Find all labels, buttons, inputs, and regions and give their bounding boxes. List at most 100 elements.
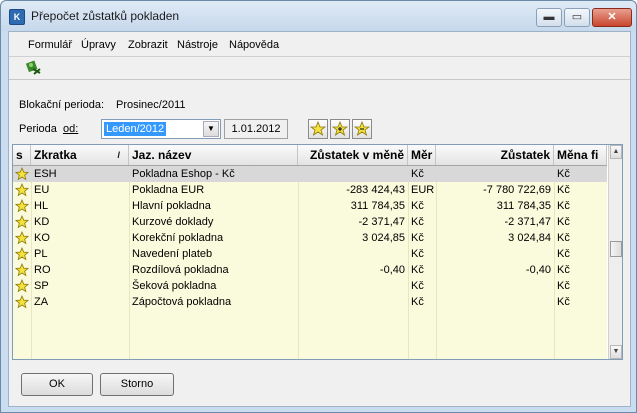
star-icon[interactable]	[15, 279, 29, 293]
cell-code: HL	[34, 200, 49, 212]
window-title: Přepočet zůstatků pokladen	[31, 9, 180, 23]
menu-napoveda[interactable]: Nápověda	[229, 39, 279, 51]
cell-name: Šeková pokladna	[132, 280, 217, 292]
star-icon[interactable]	[15, 231, 29, 245]
cell-bal-cur	[298, 246, 408, 262]
cell-fcur: Kč	[557, 200, 570, 212]
col-header-firm-currency[interactable]: Měna fi	[554, 145, 607, 165]
chevron-down-icon[interactable]: ▼	[203, 121, 219, 137]
cell-bal: -7 780 722,69	[483, 184, 551, 196]
menu-formular[interactable]: Formulář	[28, 39, 72, 51]
cell-code: PL	[34, 248, 48, 260]
menu-zobrazit[interactable]: Zobrazit	[128, 39, 168, 51]
cell-bal-cur: -2 371,47	[358, 216, 405, 228]
menu-bar: Formulář Úpravy Zobrazit Nástroje Nápově…	[9, 32, 630, 57]
star-icon[interactable]	[15, 183, 29, 197]
table-row[interactable]: EU Pokladna EUR -283 424,43 EUR -7 780 722,6…	[13, 182, 607, 198]
cell-name: Rozdílová pokladna	[132, 264, 229, 276]
cell-code: KO	[34, 232, 50, 244]
star-icon[interactable]	[15, 295, 29, 309]
col-header-currency[interactable]: Měr	[408, 145, 436, 165]
ok-button[interactable]: OK	[21, 373, 93, 396]
cell-fcur: Kč	[557, 296, 570, 308]
cell-name: Pokladna EUR	[132, 184, 205, 196]
cell-code: SP	[34, 280, 49, 292]
cell-cur: Kč	[411, 232, 424, 244]
cash-desk-table[interactable]: s Zkratka / Jaz. název Zůstatek v měně Mě…	[12, 144, 623, 360]
cell-code: KD	[34, 216, 50, 228]
period-label: Perioda	[19, 123, 57, 135]
star-minus-icon	[353, 120, 371, 136]
block-period-value: Prosinec/2011	[116, 99, 186, 111]
cell-cur: Kč	[411, 264, 424, 276]
cell-bal	[436, 246, 554, 262]
col-header-balance[interactable]: Zůstatek	[436, 145, 554, 165]
col-header-code[interactable]: Zkratka /	[31, 145, 129, 165]
maximize-button[interactable]: ▭	[564, 8, 590, 27]
cell-fcur: Kč	[557, 184, 570, 196]
cell-bal-cur	[298, 278, 408, 294]
period-select[interactable]: Leden/2012 ▼	[101, 119, 221, 139]
table-row[interactable]: RO Rozdílová pokladna -0,40 Kč -0,40 Kč	[13, 262, 607, 278]
cell-code: EU	[34, 184, 50, 196]
star-remove-button[interactable]	[352, 119, 372, 139]
col-header-balance-currency[interactable]: Zůstatek v měně	[298, 145, 408, 165]
table-body: ESH Pokladna Eshop - Kč Kč Kč EU Pokladna EUR…	[13, 166, 607, 359]
cell-cur: Kč	[411, 280, 424, 292]
star-icon[interactable]	[15, 263, 29, 277]
table-row[interactable]: ZA Zápočtová pokladna Kč Kč	[13, 294, 607, 310]
table-row[interactable]: HL Hlavní pokladna 311 784,35 Kč 311 784,35 K…	[13, 198, 607, 214]
minimize-button[interactable]: ▬	[536, 8, 562, 27]
col-header-name[interactable]: Jaz. název	[129, 145, 298, 165]
cell-fcur: Kč	[557, 248, 570, 260]
vertical-scrollbar[interactable]: ▲ ▼	[608, 145, 622, 359]
star-button[interactable]	[308, 119, 328, 139]
menu-upravy[interactable]: Úpravy	[81, 39, 116, 51]
table-row[interactable]: KO Korekční pokladna 3 024,85 Kč 3 024,84 Kč	[13, 230, 607, 246]
star-icon[interactable]	[15, 167, 29, 181]
table-row[interactable]: ESH Pokladna Eshop - Kč Kč Kč	[13, 166, 607, 182]
scroll-down-icon[interactable]: ▼	[610, 345, 622, 359]
cell-name: Korekční pokladna	[132, 232, 224, 244]
star-icon[interactable]	[15, 215, 29, 229]
cell-name: Hlavní pokladna	[132, 200, 211, 212]
cell-bal: 311 784,35	[496, 200, 551, 212]
scroll-thumb[interactable]	[610, 241, 622, 257]
cell-fcur: Kč	[557, 280, 570, 292]
cell-bal	[436, 166, 554, 182]
menu-nastroje[interactable]: Nástroje	[177, 39, 218, 51]
cell-code: RO	[34, 264, 51, 276]
title-bar[interactable]: K Přepočet zůstatků pokladen ▬ ▭ ✕	[1, 1, 636, 31]
recalculate-icon[interactable]	[26, 60, 42, 76]
cell-bal-cur	[298, 166, 408, 182]
cell-bal-cur: -283 424,43	[346, 184, 405, 196]
cell-cur: EUR	[411, 184, 435, 196]
cell-name: Navedení plateb	[132, 248, 213, 260]
col-header-s[interactable]: s	[13, 145, 31, 165]
close-button[interactable]: ✕	[592, 8, 632, 27]
block-period-label: Blokační perioda:	[19, 99, 104, 111]
table-row[interactable]: PL Navedení plateb Kč Kč	[13, 246, 607, 262]
cell-name: Zápočtová pokladna	[132, 296, 232, 308]
cell-name: Pokladna Eshop - Kč	[132, 168, 235, 180]
table-row[interactable]: SP Šeková pokladna Kč Kč	[13, 278, 607, 294]
star-add-button[interactable]	[330, 119, 350, 139]
star-plus-icon	[331, 120, 349, 136]
cancel-button[interactable]: Storno	[100, 373, 174, 396]
cell-code: ZA	[34, 296, 49, 308]
cell-bal	[436, 278, 554, 294]
app-icon: K	[9, 9, 25, 25]
star-icon[interactable]	[15, 199, 29, 213]
sort-icon: /	[117, 150, 120, 160]
table-row[interactable]: KD Kurzové doklady -2 371,47 Kč -2 371,47 Kč	[13, 214, 607, 230]
scroll-up-icon[interactable]: ▲	[610, 145, 622, 159]
cell-fcur: Kč	[557, 232, 570, 244]
cell-fcur: Kč	[557, 216, 570, 228]
cell-bal-cur	[298, 294, 408, 310]
period-date-field: 1.01.2012	[224, 119, 288, 139]
cell-name: Kurzové doklady	[132, 216, 214, 228]
cell-fcur: Kč	[557, 168, 570, 180]
star-icon	[309, 120, 327, 136]
star-icon[interactable]	[15, 247, 29, 261]
cell-cur: Kč	[411, 168, 424, 180]
